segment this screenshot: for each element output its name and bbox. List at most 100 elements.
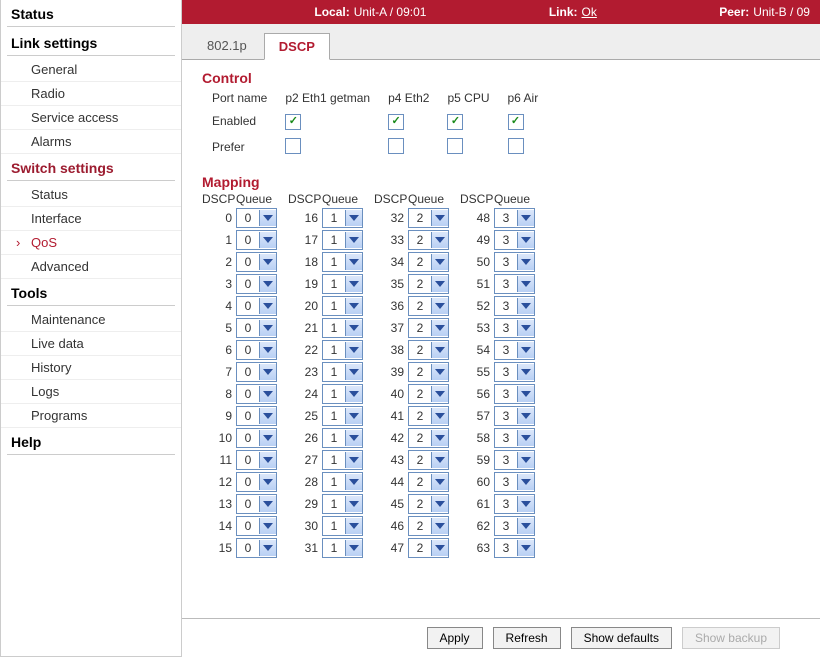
queue-select[interactable]: 2 — [408, 472, 449, 492]
queue-select[interactable]: 2 — [408, 274, 449, 294]
checkbox[interactable] — [447, 114, 463, 130]
queue-select[interactable]: 0 — [236, 494, 277, 514]
queue-select[interactable]: 1 — [322, 208, 363, 228]
sidebar-group-title[interactable]: Tools — [1, 279, 181, 303]
queue-select[interactable]: 2 — [408, 318, 449, 338]
queue-select[interactable]: 1 — [322, 538, 363, 558]
sidebar-item-service-access[interactable]: ›Service access — [1, 106, 181, 130]
queue-select[interactable]: 0 — [236, 340, 277, 360]
queue-select[interactable]: 2 — [408, 362, 449, 382]
queue-select[interactable]: 3 — [494, 538, 535, 558]
checkbox[interactable] — [285, 138, 301, 154]
topbar-link-value[interactable]: Ok — [582, 5, 597, 19]
queue-select[interactable]: 1 — [322, 318, 363, 338]
queue-select[interactable]: 3 — [494, 450, 535, 470]
sidebar-item-general[interactable]: ›General — [1, 58, 181, 82]
queue-select[interactable]: 0 — [236, 296, 277, 316]
sidebar-group-title[interactable]: Status — [1, 0, 181, 24]
queue-select[interactable]: 2 — [408, 230, 449, 250]
queue-select[interactable]: 0 — [236, 406, 277, 426]
queue-select[interactable]: 0 — [236, 450, 277, 470]
queue-select[interactable]: 1 — [322, 230, 363, 250]
sidebar-item-advanced[interactable]: ›Advanced — [1, 255, 181, 279]
queue-select[interactable]: 0 — [236, 274, 277, 294]
queue-select[interactable]: 3 — [494, 274, 535, 294]
queue-select[interactable]: 2 — [408, 208, 449, 228]
queue-select[interactable]: 3 — [494, 516, 535, 536]
queue-select[interactable]: 2 — [408, 406, 449, 426]
tab-dscp[interactable]: DSCP — [264, 33, 330, 60]
queue-select[interactable]: 1 — [322, 472, 363, 492]
queue-select[interactable]: 2 — [408, 516, 449, 536]
queue-select[interactable]: 0 — [236, 362, 277, 382]
queue-select[interactable]: 3 — [494, 252, 535, 272]
queue-select[interactable]: 1 — [322, 252, 363, 272]
queue-select[interactable]: 1 — [322, 406, 363, 426]
queue-select[interactable]: 0 — [236, 472, 277, 492]
queue-select[interactable]: 3 — [494, 318, 535, 338]
queue-select[interactable]: 2 — [408, 450, 449, 470]
queue-select[interactable]: 1 — [322, 428, 363, 448]
queue-value: 0 — [237, 321, 259, 335]
refresh-button[interactable]: Refresh — [493, 627, 561, 649]
sidebar-item-programs[interactable]: ›Programs — [1, 404, 181, 428]
dscp-number: 53 — [460, 321, 494, 335]
chevron-down-icon — [517, 320, 534, 336]
show-backup-button[interactable]: Show backup — [682, 627, 780, 649]
queue-select[interactable]: 1 — [322, 362, 363, 382]
queue-select[interactable]: 1 — [322, 384, 363, 404]
sidebar-item-live-data[interactable]: ›Live data — [1, 332, 181, 356]
queue-select[interactable]: 3 — [494, 230, 535, 250]
queue-select[interactable]: 2 — [408, 494, 449, 514]
queue-select[interactable]: 3 — [494, 384, 535, 404]
queue-select[interactable]: 1 — [322, 494, 363, 514]
queue-select[interactable]: 2 — [408, 384, 449, 404]
sidebar-item-maintenance[interactable]: ›Maintenance — [1, 308, 181, 332]
sidebar-item-alarms[interactable]: ›Alarms — [1, 130, 181, 154]
queue-select[interactable]: 1 — [322, 450, 363, 470]
queue-select[interactable]: 0 — [236, 516, 277, 536]
sidebar-item-interface[interactable]: ›Interface — [1, 207, 181, 231]
sidebar-item-history[interactable]: ›History — [1, 356, 181, 380]
checkbox[interactable] — [388, 138, 404, 154]
queue-select[interactable]: 1 — [322, 296, 363, 316]
checkbox[interactable] — [508, 114, 524, 130]
queue-select[interactable]: 3 — [494, 208, 535, 228]
queue-select[interactable]: 0 — [236, 252, 277, 272]
sidebar-item-status[interactable]: ›Status — [1, 183, 181, 207]
queue-select[interactable]: 2 — [408, 252, 449, 272]
queue-select[interactable]: 0 — [236, 428, 277, 448]
queue-select[interactable]: 3 — [494, 428, 535, 448]
show-defaults-button[interactable]: Show defaults — [571, 627, 672, 649]
queue-select[interactable]: 3 — [494, 296, 535, 316]
queue-select[interactable]: 3 — [494, 362, 535, 382]
queue-select[interactable]: 2 — [408, 538, 449, 558]
checkbox[interactable] — [508, 138, 524, 154]
queue-select[interactable]: 3 — [494, 472, 535, 492]
queue-select[interactable]: 3 — [494, 406, 535, 426]
sidebar-item-logs[interactable]: ›Logs — [1, 380, 181, 404]
queue-select[interactable]: 2 — [408, 428, 449, 448]
checkbox[interactable] — [285, 114, 301, 130]
checkbox[interactable] — [388, 114, 404, 130]
queue-select[interactable]: 0 — [236, 208, 277, 228]
tab-8021p[interactable]: 802.1p — [192, 32, 262, 59]
queue-select[interactable]: 2 — [408, 296, 449, 316]
queue-select[interactable]: 0 — [236, 538, 277, 558]
queue-select[interactable]: 0 — [236, 384, 277, 404]
apply-button[interactable]: Apply — [427, 627, 483, 649]
queue-select[interactable]: 3 — [494, 494, 535, 514]
queue-select[interactable]: 1 — [322, 274, 363, 294]
queue-select[interactable]: 2 — [408, 340, 449, 360]
queue-select[interactable]: 1 — [322, 516, 363, 536]
queue-select[interactable]: 1 — [322, 340, 363, 360]
queue-select[interactable]: 0 — [236, 230, 277, 250]
sidebar-item-qos[interactable]: ›QoS — [1, 231, 181, 255]
queue-select[interactable]: 0 — [236, 318, 277, 338]
sidebar-item-radio[interactable]: ›Radio — [1, 82, 181, 106]
sidebar-group-title[interactable]: Switch settings — [1, 154, 181, 178]
checkbox[interactable] — [447, 138, 463, 154]
queue-select[interactable]: 3 — [494, 340, 535, 360]
sidebar-group-title[interactable]: Link settings — [1, 29, 181, 53]
sidebar-group-title[interactable]: Help — [1, 428, 181, 452]
